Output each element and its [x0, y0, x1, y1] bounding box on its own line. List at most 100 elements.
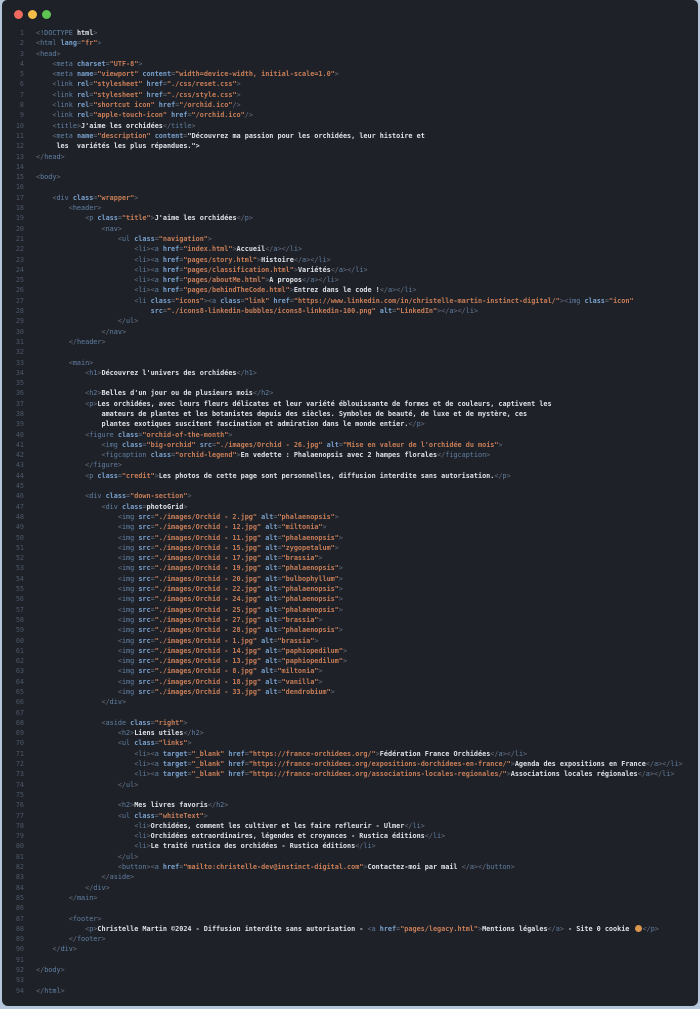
- token-attr: href: [273, 297, 289, 305]
- token-text: [36, 842, 134, 850]
- token-text: [36, 451, 101, 459]
- code-line: 48 <img src="./images/Orchid - 2.jpg" al…: [2, 512, 698, 522]
- code-line: 63 <img src="./images/Orchid - 8.jpg" al…: [2, 666, 698, 676]
- code-line: 94</html>: [2, 986, 698, 996]
- token-tag: meta: [56, 132, 72, 140]
- token-tag: nav: [110, 328, 122, 336]
- token-punct: </: [101, 698, 109, 706]
- token-string: "apple-touch-icon": [93, 111, 167, 119]
- token-attr: alt: [265, 585, 277, 593]
- zoom-button[interactable]: [42, 10, 51, 19]
- code-line: 84 </div>: [2, 883, 698, 893]
- token-string: "_blank": [192, 760, 225, 768]
- line-number: 56: [2, 594, 24, 604]
- token-punct: >: [318, 667, 322, 675]
- line-number: 59: [2, 625, 24, 635]
- token-punct: </: [69, 894, 77, 902]
- token-punct: >: [130, 873, 134, 881]
- token-punct: >: [339, 595, 343, 603]
- token-text: [36, 595, 118, 603]
- token-tag: li: [327, 276, 335, 284]
- line-number: 78: [2, 821, 24, 831]
- token-punct: </: [36, 153, 44, 161]
- token-string: "miltonia": [282, 523, 323, 531]
- code-line-content: <footer>: [24, 914, 698, 924]
- token-tag: li: [363, 842, 371, 850]
- code-line: 70 <ul class="links">: [2, 738, 698, 748]
- token-attr: src: [200, 441, 212, 449]
- token-string: "Mise en valeur de l'orchidée du mois": [343, 441, 499, 449]
- token-punct: </: [425, 832, 433, 840]
- code-line: 81 </ul>: [2, 852, 698, 862]
- token-punct: >: [335, 276, 339, 284]
- code-line-content: <ul class="whiteText">: [24, 811, 698, 821]
- code-line: 52 <img src="./images/Orchid - 17.jpg" a…: [2, 553, 698, 563]
- line-number: 62: [2, 656, 24, 666]
- token-text: "Découvrez ma passion pour les orchidées…: [187, 132, 424, 140]
- token-attr: class: [134, 812, 154, 820]
- token-attr: src: [138, 534, 150, 542]
- token-attr: alt: [265, 564, 277, 572]
- token-punct: >: [363, 266, 367, 274]
- token-text: Orchidées, comment les cultiver et les f…: [151, 822, 405, 830]
- code-line-content: plantes exotiques suscitent fascination …: [24, 419, 698, 429]
- token-tag: html: [40, 39, 56, 47]
- code-line: 6 <link rel="stylesheet" href="./css/res…: [2, 79, 698, 89]
- code-editor[interactable]: 1<!DOCTYPE html>2<html lang="fr">3<head>…: [2, 28, 698, 996]
- code-line: 77 <ul class="whiteText">: [2, 811, 698, 821]
- code-line: 56 <img src="./images/Orchid - 24.jpg" a…: [2, 594, 698, 604]
- token-attr: src: [138, 626, 150, 634]
- line-number: 57: [2, 605, 24, 615]
- token-text: [36, 935, 69, 943]
- token-punct: </: [331, 266, 339, 274]
- token-tag: link: [56, 101, 72, 109]
- line-number: 11: [2, 131, 24, 141]
- token-tag: div: [106, 503, 118, 511]
- token-punct: >: [269, 389, 273, 397]
- token-tag: html: [44, 987, 60, 995]
- code-line: 50 <img src="./images/Orchid - 11.jpg" a…: [2, 533, 698, 543]
- token-punct: >: [523, 750, 527, 758]
- token-text: [36, 276, 134, 284]
- token-string: "orchid-legend": [175, 451, 236, 459]
- token-punct: </: [478, 863, 486, 871]
- code-line: 39 plantes exotiques suscitent fascinati…: [2, 419, 698, 429]
- token-punct: >: [441, 832, 445, 840]
- line-number: 4: [2, 59, 24, 69]
- token-string: "./images/Orchid - 11.jpg": [155, 534, 261, 542]
- token-attr: href: [163, 245, 179, 253]
- token-punct: >: [93, 894, 97, 902]
- code-line-content: </div>: [24, 883, 698, 893]
- token-attr: alt: [327, 441, 339, 449]
- code-line-content: <link rel="stylesheet" href="./css/style…: [24, 90, 698, 100]
- token-text: [36, 894, 69, 902]
- code-line-content: <figure class="orchid-of-the-month">: [24, 430, 698, 440]
- token-text: [36, 781, 118, 789]
- code-line: 28 src="./icons8-linkedin-bubbles/icons8…: [2, 306, 698, 316]
- token-text: [36, 832, 134, 840]
- code-line: 90 </div>: [2, 944, 698, 954]
- token-punct: >: [339, 606, 343, 614]
- code-line-content: <button><a href="mailto:christelle-dev@i…: [24, 862, 698, 872]
- token-text: [36, 647, 118, 655]
- token-text: Agenda des expositions en France: [515, 760, 646, 768]
- token-attr: src: [138, 554, 150, 562]
- token-punct: >: [318, 678, 322, 686]
- code-line-content: <li><a href="index.html">Accueil</a></li…: [24, 244, 698, 254]
- token-text: Christelle Martin ©2024 - Diffusion inte…: [97, 925, 367, 933]
- token-attr: href: [163, 266, 179, 274]
- code-line-content: <p class="credit">Les photos de cette pa…: [24, 471, 698, 481]
- token-punct: >: [339, 575, 343, 583]
- code-line-content: [24, 481, 698, 491]
- line-number: 42: [2, 450, 24, 460]
- token-string: "fr": [81, 39, 97, 47]
- token-tag: title: [56, 122, 76, 130]
- token-string: "down-section": [130, 492, 187, 500]
- token-attr: src: [138, 595, 150, 603]
- token-tag: ul: [122, 739, 130, 747]
- close-button[interactable]: [14, 10, 23, 19]
- token-tag: li: [138, 266, 146, 274]
- token-tag: img: [122, 513, 134, 521]
- minimize-button[interactable]: [28, 10, 37, 19]
- line-number: 24: [2, 265, 24, 275]
